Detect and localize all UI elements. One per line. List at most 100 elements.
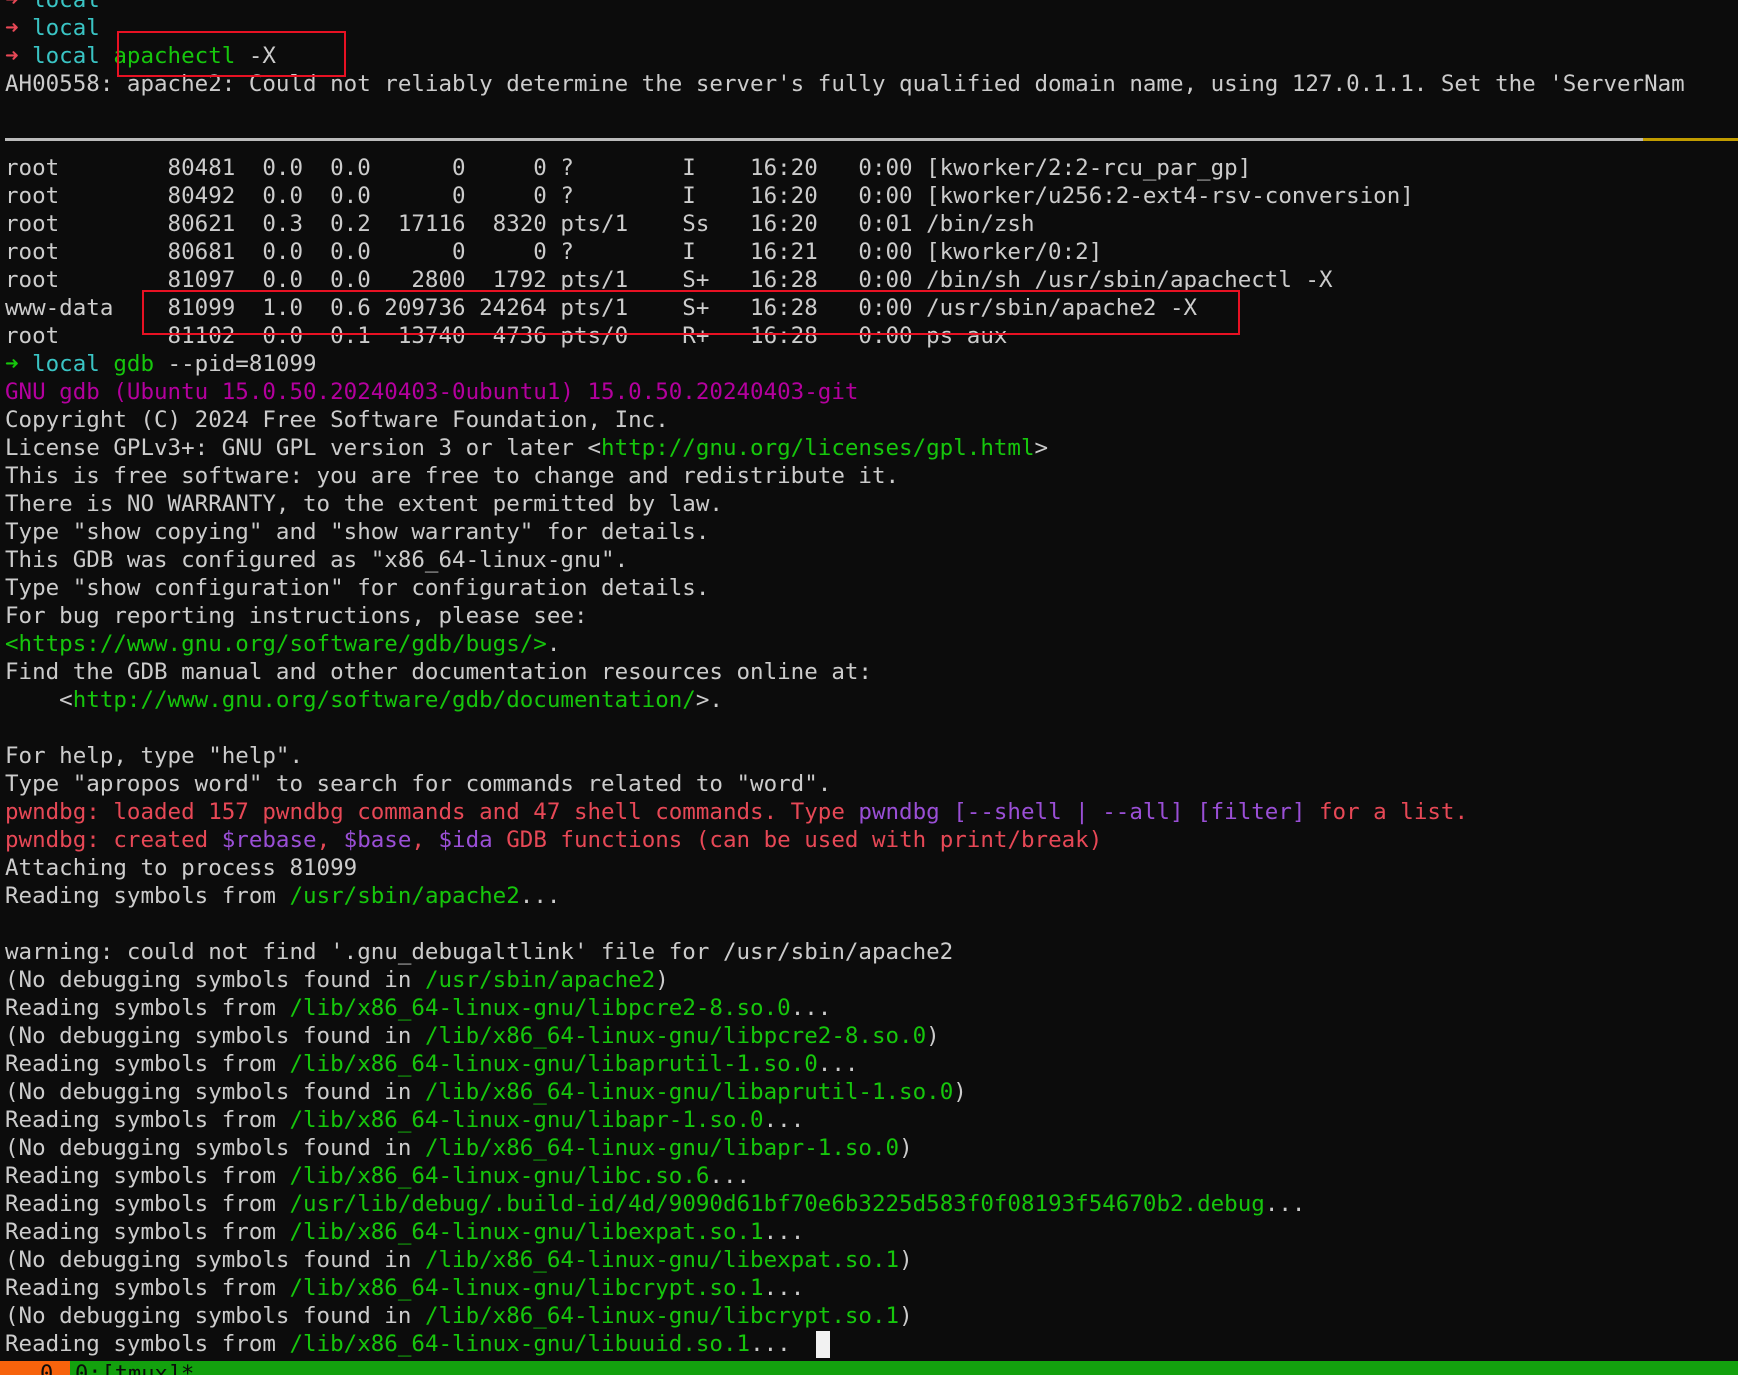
terminal-line: (No debugging symbols found in /lib/x86_…: [5, 1302, 1738, 1330]
terminal-text: /lib/x86_64-linux-gnu/libcrypt.so.1: [289, 1275, 764, 1301]
terminal-text: ➜: [5, 0, 33, 13]
terminal-line: Reading symbols from /lib/x86_64-linux-g…: [5, 1274, 1738, 1302]
terminal-line: (No debugging symbols found in /lib/x86_…: [5, 1134, 1738, 1162]
terminal-text: http://gnu.org/licenses/gpl.html: [601, 435, 1035, 461]
terminal-line: root 80681 0.0 0.0 0 0 ? I 16:21 0:00 [k…: [5, 238, 1738, 266]
terminal-line: pwndbg: created $rebase, $base, $ida GDB…: [5, 826, 1738, 854]
terminal-line: For help, type "help".: [5, 742, 1738, 770]
terminal-line: warning: could not find '.gnu_debugaltli…: [5, 938, 1738, 966]
terminal-text: Type "show configuration" for configurat…: [5, 575, 710, 601]
terminal-text: pwndbg: created: [5, 827, 222, 853]
terminal-text: Reading symbols from: [5, 995, 290, 1021]
terminal-text: License GPLv3+: GNU GPL version 3 or lat…: [5, 435, 602, 461]
terminal-text: gdb: [113, 351, 155, 377]
terminal-line: root 80481 0.0 0.0 0 0 ? I 16:20 0:00 [k…: [5, 154, 1738, 182]
terminal-text: ...: [1264, 1191, 1306, 1217]
terminal-text: (No debugging symbols found in: [5, 967, 425, 993]
terminal-text: ...: [790, 995, 832, 1021]
terminal-line: pwndbg: loaded 157 pwndbg commands and 4…: [5, 798, 1738, 826]
terminal-cursor: [816, 1331, 830, 1358]
terminal-text: There is NO WARRANTY, to the extent perm…: [5, 491, 723, 517]
terminal-line: This is free software: you are free to c…: [5, 462, 1738, 490]
terminal-text: pwndbg [--shell | --all] [filter]: [858, 799, 1306, 825]
terminal-line: For bug reporting instructions, please s…: [5, 602, 1738, 630]
terminal-line: (No debugging symbols found in /lib/x86_…: [5, 1246, 1738, 1274]
terminal-text: /lib/x86_64-linux-gnu/libexpat.so.1: [424, 1247, 900, 1273]
terminal-line: Reading symbols from /lib/x86_64-linux-g…: [5, 994, 1738, 1022]
terminal-text: root 80481 0.0 0.0 0 0 ? I 16:20 0:00 [k…: [5, 155, 1252, 181]
terminal-text: $ida: [438, 827, 493, 853]
terminal-text: ): [899, 1303, 913, 1329]
terminal-text: /lib/x86_64-linux-gnu/libpcre2-8.so.0: [289, 995, 791, 1021]
terminal-text: /lib/x86_64-linux-gnu/libaprutil-1.so.0: [424, 1079, 954, 1105]
terminal-text: Copyright (C) 2024 Free Software Foundat…: [5, 407, 669, 433]
terminal-line: (No debugging symbols found in /usr/sbin…: [5, 966, 1738, 994]
terminal-text: apachectl: [113, 43, 236, 69]
terminal-text: >: [1034, 435, 1049, 461]
terminal-text: Reading symbols from: [5, 1275, 290, 1301]
terminal-output[interactable]: ➜ local ➜ local ➜ local apachectl -X AH0055…: [5, 0, 1738, 1358]
terminal-text: local: [32, 351, 114, 377]
terminal-line: Reading symbols from /lib/x86_64-linux-g…: [5, 1106, 1738, 1134]
terminal-line: Type "apropos word" to search for comman…: [5, 770, 1738, 798]
terminal-text: $base: [343, 827, 412, 853]
terminal-text: AH00558: apache2: Could not reliably det…: [5, 71, 1685, 97]
terminal-line: Reading symbols from /usr/lib/debug/.bui…: [5, 1190, 1738, 1218]
tmux-status-bar: 0 0:[tmux]*: [0, 1361, 1738, 1375]
terminal-text: Find the GDB manual and other documentat…: [5, 659, 872, 685]
terminal-line: Copyright (C) 2024 Free Software Foundat…: [5, 406, 1738, 434]
terminal-text: This GDB was configured as "x86_64-linux…: [5, 547, 629, 573]
terminal-text: pwndbg: loaded 157 pwndbg commands and 4…: [5, 799, 859, 825]
terminal-line: There is NO WARRANTY, to the extent perm…: [5, 490, 1738, 518]
terminal-text: /lib/x86_64-linux-gnu/libexpat.so.1: [289, 1219, 764, 1245]
terminal-text: ,: [316, 827, 344, 853]
terminal-text: <: [5, 687, 73, 713]
tmux-pane-divider[interactable]: [5, 138, 1643, 141]
terminal-text: --pid=81099: [154, 351, 317, 377]
terminal-text: root 80621 0.3 0.2 17116 8320 pts/1 Ss 1…: [5, 211, 1035, 237]
terminal-text: /usr/sbin/apache2: [424, 967, 656, 993]
terminal-text: for a list.: [1305, 799, 1469, 825]
terminal-text: ...: [709, 1163, 751, 1189]
terminal-line: GNU gdb (Ubuntu 15.0.50.20240403-0ubuntu…: [5, 378, 1738, 406]
terminal-line: Find the GDB manual and other documentat…: [5, 658, 1738, 686]
terminal-line: ➜ local gdb --pid=81099: [5, 350, 1738, 378]
terminal-text: root 81102 0.0 0.1 13740 4736 pts/0 R+ 1…: [5, 323, 1008, 349]
terminal-text: local: [32, 15, 100, 41]
terminal-line: www-data 81099 1.0 0.6 209736 24264 pts/…: [5, 294, 1738, 322]
terminal-text: ...: [763, 1107, 805, 1133]
terminal-text: /usr/lib/debug/.build-id/4d/9090d61bf70e…: [289, 1191, 1265, 1217]
terminal-text: root 81097 0.0 0.0 2800 1792 pts/1 S+ 16…: [5, 267, 1333, 293]
terminal-line: ➜ local: [5, 0, 1738, 14]
terminal-text: /lib/x86_64-linux-gnu/libpcre2-8.so.0: [424, 1023, 927, 1049]
terminal-text: /lib/x86_64-linux-gnu/libapr-1.so.0: [424, 1135, 900, 1161]
terminal-text: ➜: [5, 43, 33, 69]
terminal-text: Reading symbols from: [5, 1191, 290, 1217]
terminal-line: <http://www.gnu.org/software/gdb/documen…: [5, 686, 1738, 714]
terminal-line: root 80492 0.0 0.0 0 0 ? I 16:20 0:00 [k…: [5, 182, 1738, 210]
terminal-text: For bug reporting instructions, please s…: [5, 603, 588, 629]
terminal-line: ➜ local apachectl -X: [5, 42, 1738, 70]
terminal-text: This is free software: you are free to c…: [5, 463, 900, 489]
terminal-text: www-data 81099 1.0 0.6 209736 24264 pts/…: [5, 295, 1198, 321]
terminal-text: (No debugging symbols found in: [5, 1079, 425, 1105]
tmux-session-label: 0: [0, 1361, 70, 1375]
terminal-line: Reading symbols from /usr/sbin/apache2..…: [5, 882, 1738, 910]
terminal-text: (No debugging symbols found in: [5, 1247, 425, 1273]
terminal-text: >.: [695, 687, 723, 713]
terminal-text: .: [546, 631, 561, 657]
terminal-text: ➜: [5, 15, 33, 41]
terminal-text: (No debugging symbols found in: [5, 1135, 425, 1161]
terminal-text: ,: [411, 827, 439, 853]
terminal-text: ...: [763, 1219, 805, 1245]
terminal-line: (No debugging symbols found in /lib/x86_…: [5, 1078, 1738, 1106]
terminal-text: ...: [750, 1331, 791, 1357]
terminal-line: (No debugging symbols found in /lib/x86_…: [5, 1022, 1738, 1050]
terminal-text: /lib/x86_64-linux-gnu/libuuid.so.1: [289, 1331, 751, 1357]
terminal-line: Attaching to process 81099: [5, 854, 1738, 882]
terminal-text: Reading symbols from: [5, 1331, 290, 1357]
tmux-pane-divider-active[interactable]: [1643, 138, 1738, 141]
tmux-window-tab[interactable]: 0:[tmux]*: [75, 1361, 194, 1375]
